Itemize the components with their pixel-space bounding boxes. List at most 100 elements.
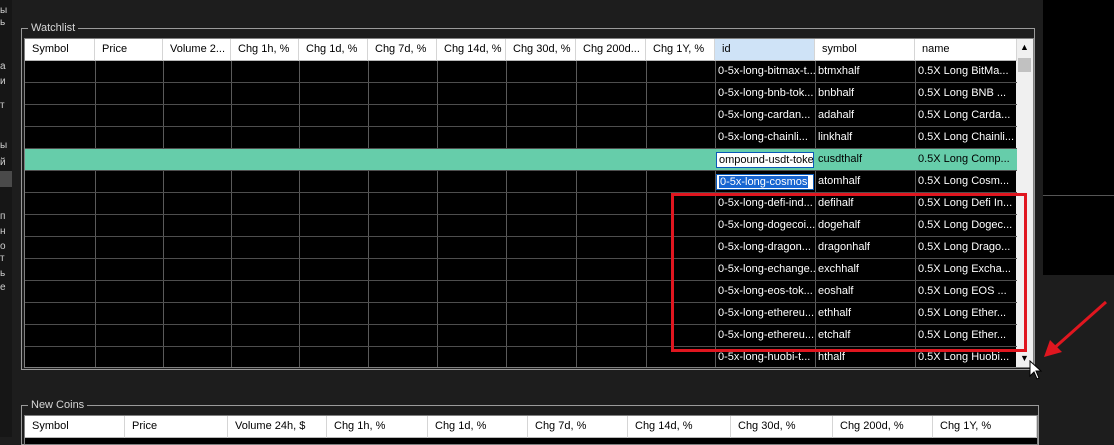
name-cell[interactable]: 0.5X Long Defi In... (915, 193, 1017, 214)
left-panel-item[interactable]: н (0, 226, 6, 237)
column-header[interactable]: Chg 1Y, % (646, 39, 715, 61)
column-header[interactable]: Price (125, 416, 228, 438)
table-row[interactable]: 0-5x-long-bnb-tok... bnbhalf 0.5X Long BNB… (25, 83, 1017, 105)
table-row[interactable]: 0-5x-long-ethereu... etchalf 0.5X Long Eth… (25, 325, 1017, 347)
name-cell[interactable]: 0.5X Long BitMa... (915, 61, 1017, 82)
symbol-cell[interactable]: bnbhalf (815, 83, 915, 104)
left-panel-item[interactable]: т (0, 100, 5, 111)
column-header[interactable]: Chg 30d, % (506, 39, 576, 61)
name-cell[interactable]: 0.5X Long Huobi... (915, 347, 1017, 367)
column-header[interactable]: Chg 200d, % (833, 416, 933, 438)
name-cell[interactable]: 0.5X Long Dogec... (915, 215, 1017, 236)
column-header[interactable]: name (915, 39, 1017, 61)
column-header[interactable]: Chg 7d, % (368, 39, 437, 61)
table-row[interactable]: 0-5x-long-cosmos atomhalf 0.5X Long Cosm..… (25, 171, 1017, 193)
mouse-cursor-icon (1029, 360, 1043, 380)
column-header[interactable]: Chg 1h, % (231, 39, 299, 61)
left-panel-item[interactable]: ы (0, 5, 7, 16)
id-cell[interactable]: 0-5x-long-chainli... (715, 127, 815, 148)
left-panel-item[interactable]: и (0, 76, 6, 87)
left-panel-item[interactable]: т (0, 253, 5, 264)
left-panel-strip: ыьаитыйпнотье (0, 0, 12, 437)
id-cell[interactable]: 0-5x-long-defi-ind... (715, 193, 815, 214)
id-cell[interactable]: 0-5x-long-ethereu... (715, 303, 815, 324)
symbol-cell[interactable]: defihalf (815, 193, 915, 214)
table-row[interactable]: ompound-usdt-token cusdthalf 0.5X Long Com… (25, 149, 1017, 171)
symbol-cell[interactable]: dragonhalf (815, 237, 915, 258)
column-header[interactable]: Symbol (25, 416, 125, 438)
name-cell[interactable]: 0.5X Long Excha... (915, 259, 1017, 280)
id-cell-editor[interactable]: ompound-usdt-token (716, 152, 814, 168)
scroll-thumb[interactable] (1018, 58, 1031, 72)
symbol-cell[interactable]: cusdthalf (815, 149, 915, 170)
left-panel-item[interactable]: ы (0, 140, 7, 151)
left-panel-selected-item (0, 171, 12, 187)
name-cell[interactable]: 0.5X Long BNB ... (915, 83, 1017, 104)
table-row[interactable]: 0-5x-long-dogecoi... dogehalf 0.5X Long Do… (25, 215, 1017, 237)
table-row[interactable]: 0-5x-long-cardan... adahalf 0.5X Long Card… (25, 105, 1017, 127)
watchlist-scrollbar[interactable]: ▲ ▼ (1016, 39, 1033, 367)
column-header[interactable]: Chg 200d... (576, 39, 646, 61)
left-panel-item[interactable]: о (0, 241, 6, 252)
column-header[interactable]: Chg 14d, % (437, 39, 506, 61)
symbol-cell[interactable]: hthalf (815, 347, 915, 367)
id-cell[interactable]: 0-5x-long-bitmax-t... (715, 61, 815, 82)
new-coins-grid[interactable]: Symbol Price Volume 24h, $ Chg 1h, % Chg 1d,… (24, 415, 1038, 445)
column-header[interactable]: Chg 1d, % (428, 416, 528, 438)
column-header[interactable]: Chg 1h, % (327, 416, 428, 438)
symbol-cell[interactable]: atomhalf (815, 171, 915, 192)
left-panel-item[interactable]: ь (0, 17, 5, 28)
name-cell[interactable]: 0.5X Long EOS ... (915, 281, 1017, 302)
id-cell-editor[interactable]: 0-5x-long-cosmos (716, 174, 814, 190)
column-header[interactable]: Chg 1d, % (299, 39, 368, 61)
name-cell[interactable]: 0.5X Long Ether... (915, 303, 1017, 324)
table-row[interactable]: 0-5x-long-eos-tok... eoshalf 0.5X Long EOS… (25, 281, 1017, 303)
column-header[interactable]: Chg 1Y, % (933, 416, 1037, 438)
table-row[interactable]: 0-5x-long-defi-ind... defihalf 0.5X Long D… (25, 193, 1017, 215)
column-header[interactable]: Chg 7d, % (528, 416, 628, 438)
column-header[interactable]: Chg 30d, % (731, 416, 833, 438)
symbol-cell[interactable]: adahalf (815, 105, 915, 126)
table-row[interactable]: 0-5x-long-chainli... linkhalf 0.5X Long Ch… (25, 127, 1017, 149)
symbol-cell[interactable]: etchalf (815, 325, 915, 346)
symbol-cell[interactable]: dogehalf (815, 215, 915, 236)
table-row[interactable]: 0-5x-long-dragon... dragonhalf 0.5X Long D… (25, 237, 1017, 259)
id-cell[interactable]: 0-5x-long-dragon... (715, 237, 815, 258)
id-cell[interactable]: 0-5x-long-bnb-tok... (715, 83, 815, 104)
column-header[interactable]: symbol (815, 39, 915, 61)
column-header[interactable]: Price (95, 39, 163, 61)
name-cell[interactable]: 0.5X Long Carda... (915, 105, 1017, 126)
column-header[interactable]: Volume 2... (163, 39, 231, 61)
name-cell[interactable]: 0.5X Long Chainli... (915, 127, 1017, 148)
scroll-up-arrow-icon[interactable]: ▲ (1016, 39, 1033, 56)
table-row[interactable]: 0-5x-long-huobi-t... hthalf 0.5X Long Huob… (25, 347, 1017, 367)
table-row[interactable]: 0-5x-long-bitmax-t... btmxhalf 0.5X Long B… (25, 61, 1017, 83)
column-header[interactable]: id (715, 39, 815, 61)
left-panel-item[interactable]: ь (0, 268, 5, 279)
id-cell[interactable]: 0-5x-long-eos-tok... (715, 281, 815, 302)
id-cell[interactable]: 0-5x-long-ethereu... (715, 325, 815, 346)
symbol-cell[interactable]: ethhalf (815, 303, 915, 324)
table-row[interactable]: 0-5x-long-ethereu... ethhalf 0.5X Long Eth… (25, 303, 1017, 325)
id-cell[interactable]: 0-5x-long-cardan... (715, 105, 815, 126)
left-panel-item[interactable]: а (0, 61, 6, 72)
column-header[interactable]: Symbol (25, 39, 95, 61)
watchlist-grid[interactable]: ▲ ▼ Symbol Price Volume 2... Chg 1h, % Chg 1… (24, 38, 1034, 368)
symbol-cell[interactable]: exchhalf (815, 259, 915, 280)
left-panel-item[interactable]: п (0, 211, 5, 222)
left-panel-item[interactable]: й (0, 157, 6, 168)
name-cell[interactable]: 0.5X Long Drago... (915, 237, 1017, 258)
name-cell[interactable]: 0.5X Long Cosm... (915, 171, 1017, 192)
symbol-cell[interactable]: linkhalf (815, 127, 915, 148)
id-cell[interactable]: 0-5x-long-echange... (715, 259, 815, 280)
id-cell[interactable]: 0-5x-long-huobi-t... (715, 347, 815, 367)
name-cell[interactable]: 0.5X Long Ether... (915, 325, 1017, 346)
symbol-cell[interactable]: btmxhalf (815, 61, 915, 82)
id-cell[interactable]: 0-5x-long-dogecoi... (715, 215, 815, 236)
name-cell[interactable]: 0.5X Long Comp... (915, 149, 1017, 170)
symbol-cell[interactable]: eoshalf (815, 281, 915, 302)
column-header[interactable]: Volume 24h, $ (228, 416, 327, 438)
column-header[interactable]: Chg 14d, % (628, 416, 731, 438)
table-row[interactable]: 0-5x-long-echange... exchhalf 0.5X Long Ex… (25, 259, 1017, 281)
left-panel-item[interactable]: е (0, 282, 6, 293)
